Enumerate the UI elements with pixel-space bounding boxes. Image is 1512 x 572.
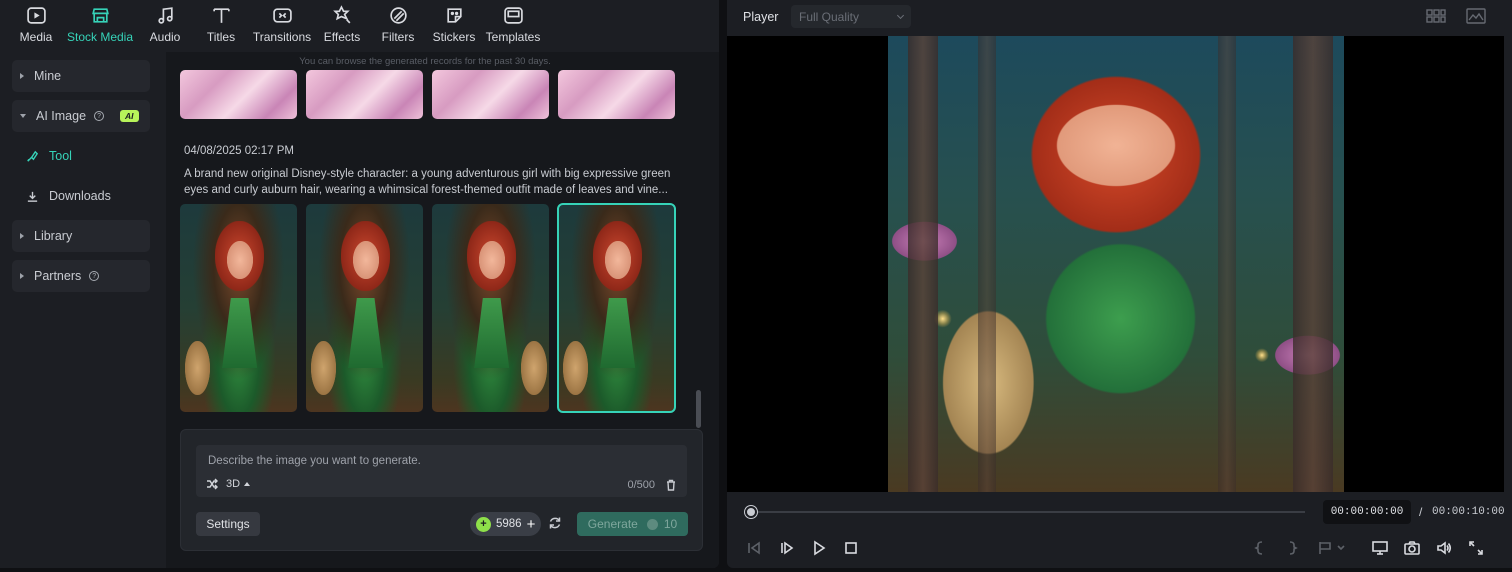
current-time[interactable]: 00:00:00:00 xyxy=(1323,500,1411,524)
generate-panel: Describe the image you want to generate.… xyxy=(180,429,703,551)
sidebar-item-library[interactable]: Library xyxy=(12,220,150,252)
history-thumbnail[interactable] xyxy=(180,70,297,119)
stop-icon[interactable] xyxy=(842,540,860,556)
collapsed-arrow-icon xyxy=(20,73,24,79)
stock-media-icon xyxy=(89,4,111,26)
credit-coin-icon: + xyxy=(476,516,491,532)
history-thumbnail[interactable] xyxy=(432,70,549,119)
tab-stock-media[interactable]: Stock Media xyxy=(66,0,134,52)
play-icon[interactable] xyxy=(810,540,828,556)
credits-button[interactable]: + 5986 + xyxy=(470,512,541,536)
filters-icon xyxy=(387,4,409,26)
camera-snapshot-icon[interactable] xyxy=(1403,540,1421,556)
previous-frame-icon[interactable] xyxy=(745,540,763,556)
timeline-track[interactable] xyxy=(751,511,1305,513)
audio-icon xyxy=(154,4,176,26)
sidebar-item-partners[interactable]: Partners ? xyxy=(12,260,150,292)
player-panel: Player Full Quality 00:00:00:00 / 00:00:… xyxy=(727,0,1512,568)
char-count: 0/500 xyxy=(627,479,655,491)
display-screen-icon[interactable] xyxy=(1371,540,1389,556)
prompt-input[interactable]: Describe the image you want to generate.… xyxy=(196,445,687,497)
media-panel: Media Stock Media Audio Titles Transitio… xyxy=(0,0,719,568)
add-credits-icon: + xyxy=(526,515,536,533)
volume-icon[interactable] xyxy=(1435,540,1453,556)
prompt-placeholder: Describe the image you want to generate. xyxy=(208,455,421,467)
help-icon[interactable]: ? xyxy=(94,111,105,121)
generate-button[interactable]: Generate 10 xyxy=(577,512,688,536)
credit-coin-icon xyxy=(646,518,658,530)
ai-badge: AI xyxy=(120,110,139,122)
ai-image-content: You can browse the generated records for… xyxy=(166,52,719,568)
time-separator: / xyxy=(1419,505,1423,519)
tab-effects[interactable]: Effects xyxy=(322,0,362,52)
generated-image-2[interactable] xyxy=(306,204,423,412)
transitions-icon xyxy=(271,4,293,26)
ai-sidebar: Mine AI Image ? AI Tool Downloads Librar… xyxy=(0,52,166,568)
grid-view-icon[interactable] xyxy=(1426,8,1446,24)
tab-media[interactable]: Media xyxy=(16,0,56,52)
sidebar-item-mine[interactable]: Mine xyxy=(12,60,150,92)
trash-icon[interactable] xyxy=(665,478,677,491)
tab-stickers[interactable]: Stickers xyxy=(432,0,476,52)
tab-titles[interactable]: Titles xyxy=(204,0,238,52)
total-time: 00:00:10:00 xyxy=(1432,506,1505,518)
tab-filters[interactable]: Filters xyxy=(380,0,416,52)
tab-audio[interactable]: Audio xyxy=(146,0,184,52)
marker-dropdown-icon[interactable] xyxy=(1317,540,1347,556)
titles-icon xyxy=(210,4,232,26)
preview-viewport[interactable] xyxy=(727,36,1504,492)
collapsed-arrow-icon xyxy=(20,233,24,239)
expanded-arrow-icon xyxy=(20,114,26,118)
preview-image xyxy=(888,36,1344,492)
caret-up-icon xyxy=(244,482,251,486)
record-prompt: A brand new original Disney-style charac… xyxy=(184,168,671,196)
app-window: Media Stock Media Audio Titles Transitio… xyxy=(0,0,1512,572)
mark-out-icon[interactable] xyxy=(1283,540,1301,556)
media-icon xyxy=(25,4,47,26)
top-tab-bar: Media Stock Media Audio Titles Transitio… xyxy=(0,0,719,52)
shuffle-icon[interactable] xyxy=(206,478,218,490)
history-thumbnail[interactable] xyxy=(558,70,675,119)
record-date: 04/08/2025 02:17 PM xyxy=(184,145,294,157)
templates-icon xyxy=(502,4,524,26)
tool-brush-icon xyxy=(27,150,39,162)
tab-transitions[interactable]: Transitions xyxy=(252,0,312,52)
next-frame-icon[interactable] xyxy=(778,540,796,556)
playhead-knob[interactable] xyxy=(745,506,757,518)
generated-image-1[interactable] xyxy=(180,204,297,412)
history-thumbnail[interactable] xyxy=(306,70,423,119)
scrollbar-thumb[interactable] xyxy=(696,390,701,428)
refresh-icon[interactable] xyxy=(548,516,562,530)
effects-icon xyxy=(331,4,353,26)
image-snapshot-icon[interactable] xyxy=(1466,8,1486,24)
settings-button[interactable]: Settings xyxy=(196,512,260,536)
chevron-down-icon xyxy=(896,11,905,20)
history-notice: You can browse the generated records for… xyxy=(299,56,551,67)
stickers-icon xyxy=(443,4,465,26)
sidebar-item-tool[interactable]: Tool xyxy=(26,146,72,166)
player-title: Player xyxy=(743,10,779,24)
collapsed-arrow-icon xyxy=(20,273,24,279)
tab-templates[interactable]: Templates xyxy=(486,0,540,52)
generated-image-4-selected[interactable] xyxy=(557,203,676,413)
mark-in-icon[interactable] xyxy=(1251,540,1269,556)
download-icon xyxy=(27,191,38,202)
sidebar-item-downloads[interactable]: Downloads xyxy=(26,186,111,206)
generated-image-3[interactable] xyxy=(432,204,549,412)
help-icon[interactable]: ? xyxy=(89,271,100,281)
sidebar-item-ai-image[interactable]: AI Image ? AI xyxy=(12,100,150,132)
quality-dropdown[interactable]: Full Quality xyxy=(791,5,911,28)
fullscreen-icon[interactable] xyxy=(1467,540,1485,556)
style-selector[interactable]: 3D xyxy=(206,478,251,490)
